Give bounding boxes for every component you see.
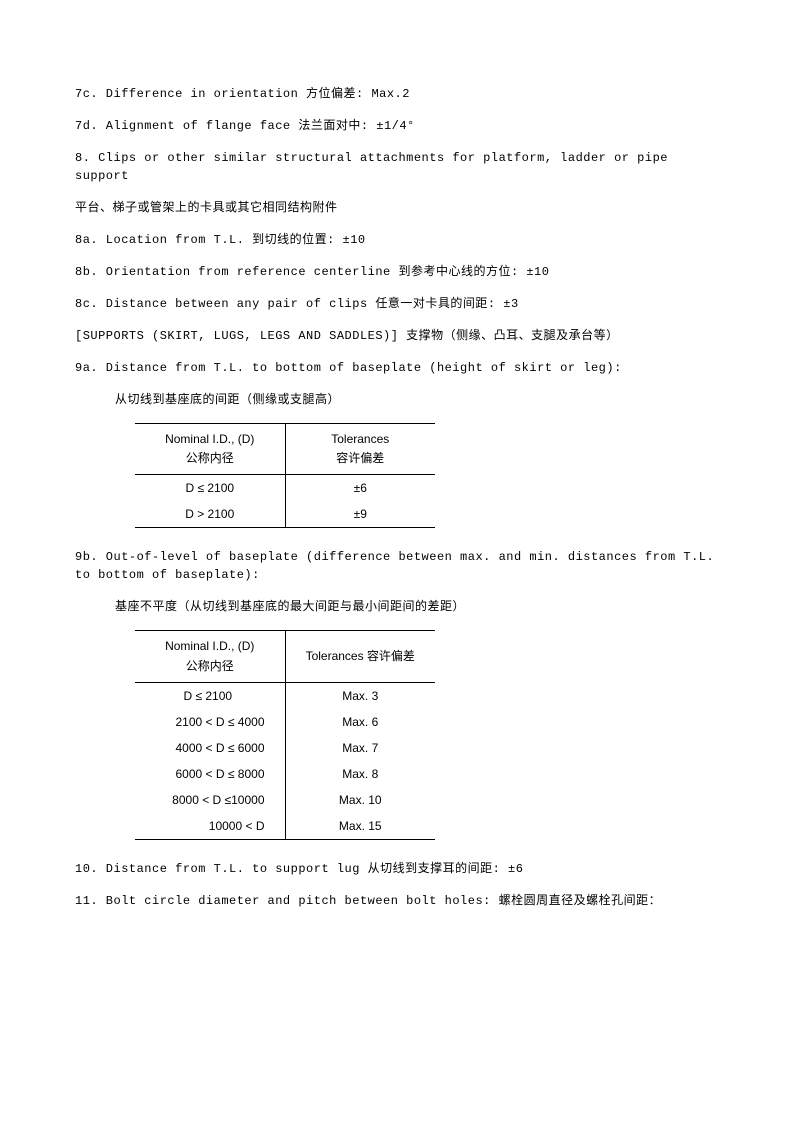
table-b-c2: Max. 7 xyxy=(285,735,435,761)
line-8c: 8c. Distance between any pair of clips 任… xyxy=(75,295,719,313)
table-b-c2: Max. 8 xyxy=(285,761,435,787)
table-a-h1-en: Nominal I.D., (D) xyxy=(165,432,254,446)
table-b-row: 2100 < D ≤ 4000 Max. 6 xyxy=(135,709,435,735)
line-10: 10. Distance from T.L. to support lug 从切… xyxy=(75,860,719,878)
line-7d: 7d. Alignment of flange face 法兰面对中: ±1/4… xyxy=(75,117,719,135)
line-11: 11. Bolt circle diameter and pitch betwe… xyxy=(75,892,719,910)
line-7c: 7c. Difference in orientation 方位偏差: Max.… xyxy=(75,85,719,103)
table-a-r1c1: D ≤ 2100 xyxy=(135,475,285,502)
table-a-row-1: D ≤ 2100 ±6 xyxy=(135,475,435,502)
table-a-header-2: Tolerances 容许偏差 xyxy=(285,424,435,475)
line-9b-cn: 基座不平度（从切线到基座底的最大间距与最小间距间的差距） xyxy=(75,598,719,616)
table-b-header-2: Tolerances 容许偏差 xyxy=(285,631,435,682)
table-b-c1: 4000 < D ≤ 6000 xyxy=(135,735,285,761)
table-a-header-1: Nominal I.D., (D) 公称内径 xyxy=(135,424,285,475)
table-b-row: 6000 < D ≤ 8000 Max. 8 xyxy=(135,761,435,787)
tolerance-table-a: Nominal I.D., (D) 公称内径 Tolerances 容许偏差 D… xyxy=(135,423,435,528)
table-b-h2: Tolerances 容许偏差 xyxy=(306,649,415,663)
table-b-h1-en: Nominal I.D., (D) xyxy=(165,639,254,653)
line-supports: [SUPPORTS (SKIRT, LUGS, LEGS AND SADDLES… xyxy=(75,327,719,345)
table-b-c1: 2100 < D ≤ 4000 xyxy=(135,709,285,735)
table-b-header-1: Nominal I.D., (D) 公称内径 xyxy=(135,631,285,682)
tolerance-table-b: Nominal I.D., (D) 公称内径 Tolerances 容许偏差 D… xyxy=(135,630,435,839)
table-b-row: 10000 < D Max. 15 xyxy=(135,813,435,840)
table-a-h2-en: Tolerances xyxy=(331,432,389,446)
table-b-row: 4000 < D ≤ 6000 Max. 7 xyxy=(135,735,435,761)
table-b-c2: Max. 15 xyxy=(285,813,435,840)
table-b-row: 8000 < D ≤10000 Max. 10 xyxy=(135,787,435,813)
line-8: 8. Clips or other similar structural att… xyxy=(75,149,719,185)
line-9a-cn: 从切线到基座底的间距（侧缘或支腿高） xyxy=(75,391,719,409)
table-b-c1: 10000 < D xyxy=(135,813,285,840)
table-b-h1-cn: 公称内径 xyxy=(186,659,234,673)
table-a-r1c2: ±6 xyxy=(285,475,435,502)
table-a-h2-cn: 容许偏差 xyxy=(336,451,384,465)
table-a-r2c1: D > 2100 xyxy=(135,501,285,528)
table-a-row-2: D > 2100 ±9 xyxy=(135,501,435,528)
line-8b: 8b. Orientation from reference centerlin… xyxy=(75,263,719,281)
table-b-c1: 6000 < D ≤ 8000 xyxy=(135,761,285,787)
table-b-c1: D ≤ 2100 xyxy=(135,682,285,709)
table-a-h1-cn: 公称内径 xyxy=(186,451,234,465)
table-b-c2: Max. 6 xyxy=(285,709,435,735)
table-b-c2: Max. 10 xyxy=(285,787,435,813)
table-a-r2c2: ±9 xyxy=(285,501,435,528)
table-b-c1: 8000 < D ≤10000 xyxy=(135,787,285,813)
line-9b: 9b. Out-of-level of baseplate (differenc… xyxy=(75,548,719,584)
table-b-row: D ≤ 2100 Max. 3 xyxy=(135,682,435,709)
line-9a: 9a. Distance from T.L. to bottom of base… xyxy=(75,359,719,377)
line-8a: 8a. Location from T.L. 到切线的位置: ±10 xyxy=(75,231,719,249)
table-b-c2: Max. 3 xyxy=(285,682,435,709)
line-8-cn: 平台、梯子或管架上的卡具或其它相同结构附件 xyxy=(75,199,719,217)
